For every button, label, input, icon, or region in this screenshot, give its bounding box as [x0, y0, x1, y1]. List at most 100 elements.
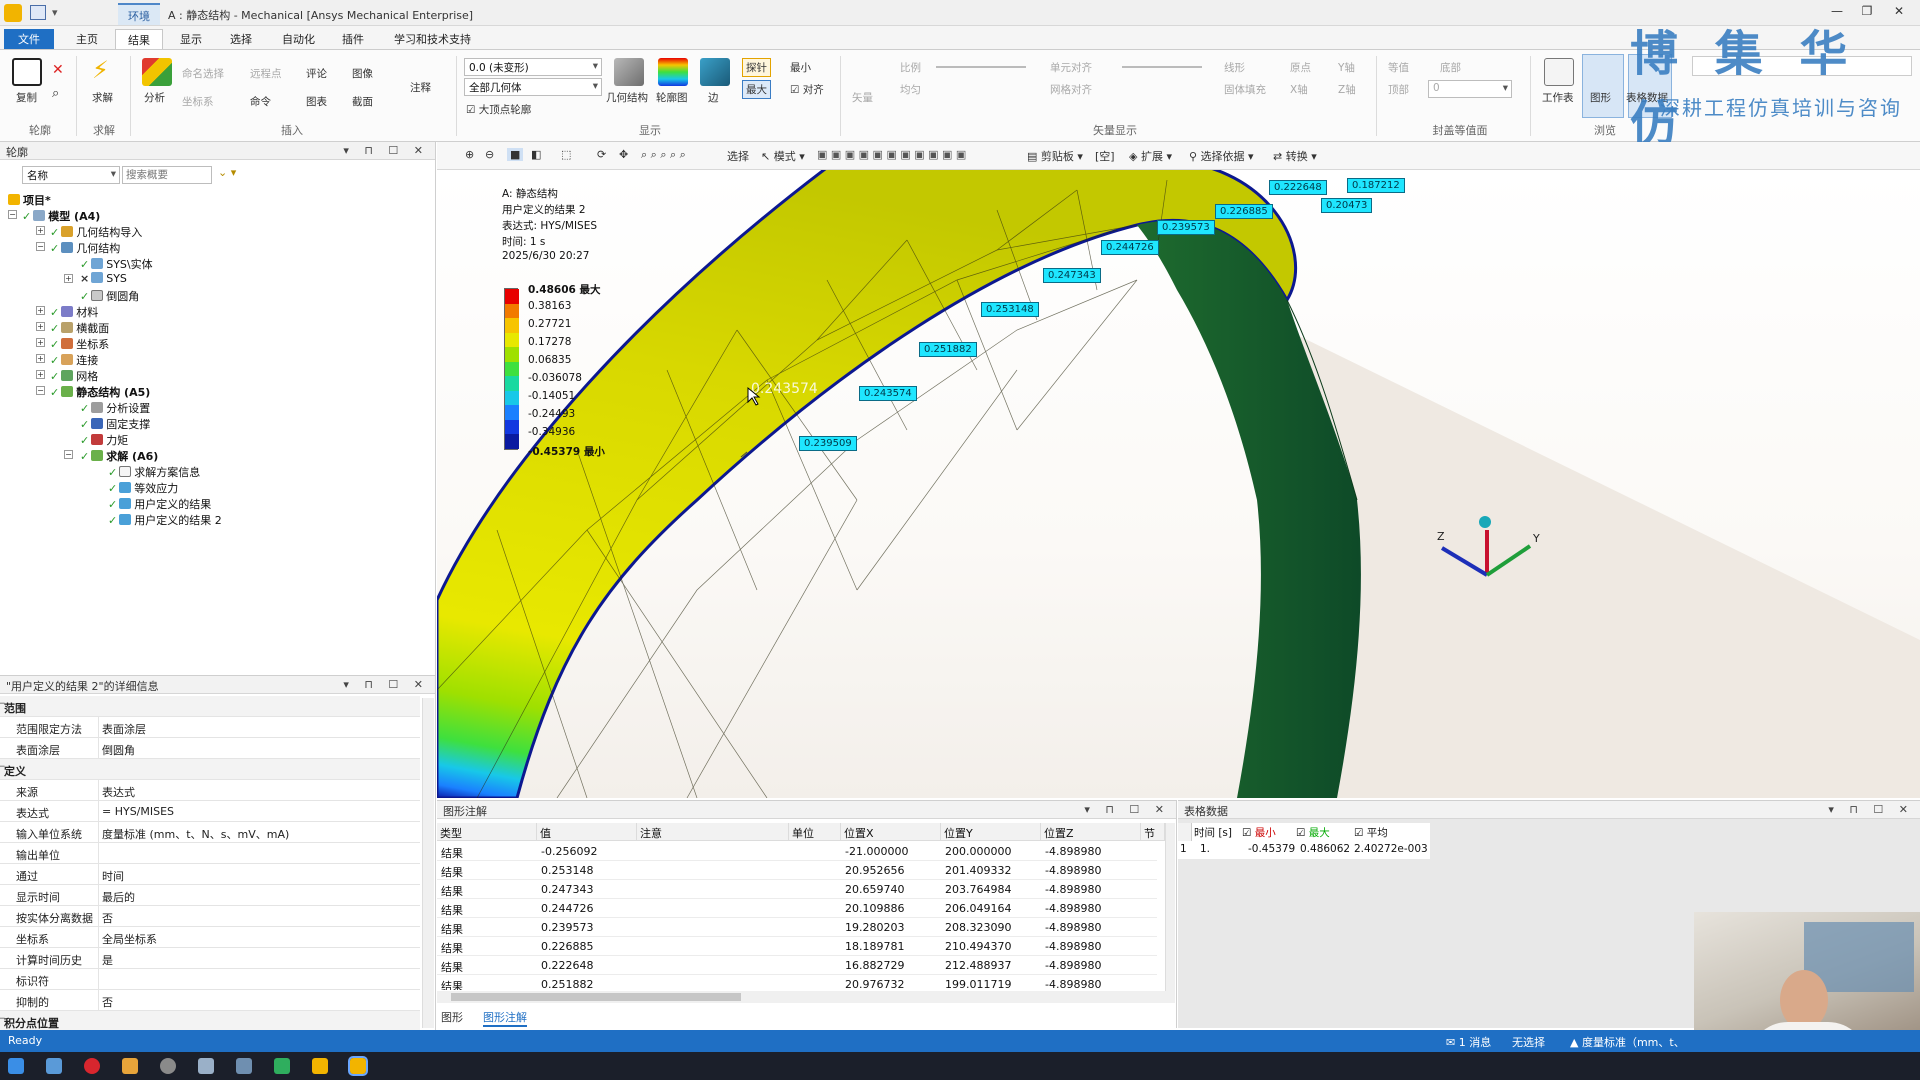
tree-project[interactable]: 项目*: [8, 192, 51, 208]
tree-connections[interactable]: ✓ 连接: [50, 352, 98, 368]
probe-tag[interactable]: 0.239509: [799, 436, 857, 451]
graphics-toggle[interactable]: [1582, 54, 1624, 118]
comment-button[interactable]: 评论: [306, 66, 327, 81]
table-row[interactable]: 结果 0.251882 20.976732 199.011719 -4.898980: [437, 975, 1157, 990]
details-row[interactable]: 表面涂层 倒圆角: [0, 738, 420, 759]
property-value[interactable]: 时间: [102, 868, 124, 884]
geometry-scope-combo[interactable]: 全部几何体: [464, 78, 602, 96]
graphics-button[interactable]: 图形: [1590, 90, 1611, 105]
taskbar-app-icon[interactable]: [84, 1058, 100, 1074]
taskbar-app-icon[interactable]: [312, 1058, 328, 1074]
panel-window-buttons[interactable]: ▾ ⊓ ☐ ✕: [343, 678, 429, 691]
taskbar-ansys-icon[interactable]: [348, 1056, 368, 1076]
tab-graphics-annotations[interactable]: 图形注解: [483, 1009, 527, 1027]
collapse-toggle[interactable]: −: [0, 762, 6, 772]
tree-moment[interactable]: ✓ 力矩: [80, 432, 128, 448]
col-note[interactable]: 注意: [637, 823, 789, 841]
details-row[interactable]: 来源 表达式: [0, 780, 420, 801]
tree-materials[interactable]: ✓ 材料: [50, 304, 98, 320]
details-section[interactable]: 定义 −: [0, 759, 420, 780]
details-row[interactable]: 显示时间 最后的: [0, 885, 420, 906]
expand-toggle[interactable]: +: [64, 274, 73, 283]
worksheet-button[interactable]: 工作表: [1542, 90, 1574, 105]
tab-learning[interactable]: 学习和技术支持: [382, 29, 483, 49]
tree-user-defined-result-2[interactable]: ✓ 用户定义的结果 2: [108, 512, 222, 528]
zoom-in-icon[interactable]: ⊕: [465, 148, 474, 161]
details-row[interactable]: 坐标系 全局坐标系: [0, 927, 420, 948]
max-button[interactable]: 最大: [742, 80, 771, 99]
zoom-out-icon[interactable]: ⊖: [485, 148, 494, 161]
property-value[interactable]: 全局坐标系: [102, 931, 157, 947]
taskbar-app-icon[interactable]: [236, 1058, 252, 1074]
tree-coordinate-systems[interactable]: ✓ 坐标系: [50, 336, 109, 352]
command-button[interactable]: 命令: [250, 94, 271, 109]
details-section[interactable]: 积分点位置 −: [0, 1011, 420, 1032]
vector-length-slider[interactable]: [1122, 66, 1202, 68]
table-row[interactable]: 结果 0.253148 20.952656 201.409332 -4.898980: [437, 861, 1157, 880]
edges-button[interactable]: 边: [708, 90, 719, 105]
probe-tag[interactable]: 0.247343: [1043, 268, 1101, 283]
details-row[interactable]: 抑制的 否: [0, 990, 420, 1011]
tab-automation[interactable]: 自动化: [270, 29, 327, 49]
property-value[interactable]: 是: [102, 952, 113, 968]
worksheet-icon[interactable]: [1544, 58, 1574, 86]
tab-plugins[interactable]: 插件: [330, 29, 376, 49]
probe-tag[interactable]: 0.239573: [1157, 220, 1215, 235]
save-icon[interactable]: [30, 5, 46, 20]
analysis-icon[interactable]: [142, 58, 172, 86]
expand-toggle[interactable]: −: [8, 210, 17, 219]
tree-sys[interactable]: × SYS: [80, 272, 127, 285]
tree-user-defined-result[interactable]: ✓ 用户定义的结果: [108, 496, 211, 512]
tab-file[interactable]: 文件: [4, 29, 54, 49]
tab-display[interactable]: 显示: [168, 29, 214, 49]
expand-toggle[interactable]: −: [36, 242, 45, 251]
search-icon[interactable]: ⌕: [52, 86, 59, 101]
tree-cross-sections[interactable]: ✓ 横截面: [50, 320, 109, 336]
top-value-field[interactable]: 0: [1428, 80, 1512, 98]
select-button[interactable]: 选择: [727, 148, 749, 164]
col-time[interactable]: 时间 [s]: [1194, 825, 1232, 840]
tree-mesh[interactable]: ✓ 网格: [50, 368, 98, 384]
tree-solution[interactable]: ✓ 求解 (A6): [80, 448, 158, 464]
tree-equivalent-stress[interactable]: ✓ 等效应力: [108, 480, 178, 496]
table-row[interactable]: 结果 0.244726 20.109886 206.049164 -4.898980: [437, 899, 1157, 918]
details-row[interactable]: 输入单位系统 度量标准 (mm、t、N、s、mV、mA): [0, 822, 420, 843]
tree-model[interactable]: ✓ 模型 (A4): [22, 208, 100, 224]
fea-model-render[interactable]: 0.243574 Z Y: [437, 170, 1920, 798]
details-section[interactable]: 范围 −: [0, 696, 420, 717]
col-pos-y[interactable]: 位置Y: [941, 823, 1041, 841]
expand-toggle[interactable]: +: [36, 226, 45, 235]
col-pos-z[interactable]: 位置Z: [1041, 823, 1141, 841]
convert-button[interactable]: ⇄ 转换 ▾: [1273, 148, 1317, 164]
table-row[interactable]: 结果 0.222648 16.882729 212.488937 -4.898980: [437, 956, 1157, 975]
taskbar-app-icon[interactable]: [46, 1058, 62, 1074]
probe-tag[interactable]: 0.251882: [919, 342, 977, 357]
contour-icon[interactable]: [658, 58, 688, 86]
geometry-icon[interactable]: [614, 58, 644, 86]
wireframe-icon[interactable]: ◧: [531, 148, 541, 161]
probe-tag[interactable]: 0.244726: [1101, 240, 1159, 255]
property-value[interactable]: 度量标准 (mm、t、N、s、mV、mA): [102, 826, 289, 842]
col-avg[interactable]: ☑ 平均: [1354, 825, 1388, 840]
collapse-toggle[interactable]: −: [0, 699, 6, 709]
start-icon[interactable]: [8, 1058, 24, 1074]
name-filter-combo[interactable]: 名称: [22, 166, 120, 184]
table-row[interactable]: 结果 0.226885 18.189781 210.494370 -4.898980: [437, 937, 1157, 956]
probe-tag[interactable]: 0.20473: [1321, 198, 1373, 213]
collapse-toggle[interactable]: −: [0, 1014, 6, 1024]
tree-geometry-import[interactable]: ✓ 几何结构导入: [50, 224, 142, 240]
panel-window-buttons[interactable]: ▾ ⊓ ☐ ✕: [1828, 803, 1914, 816]
panel-window-buttons[interactable]: ▾ ⊓ ☐ ✕: [343, 144, 429, 157]
delete-icon[interactable]: ✕: [52, 62, 64, 78]
tab-home[interactable]: 主页: [64, 29, 110, 49]
tree-fixed-support[interactable]: ✓ 固定支撑: [80, 416, 150, 432]
tab-selection[interactable]: 选择: [218, 29, 264, 49]
panel-window-buttons[interactable]: ▾ ⊓ ☐ ✕: [1084, 803, 1170, 816]
probe-tag[interactable]: 0.226885: [1215, 204, 1273, 219]
align-checkbox[interactable]: ☑ 对齐: [790, 82, 824, 97]
details-row[interactable]: 表达式 = HYS/MISES: [0, 801, 420, 822]
details-row[interactable]: 输出单位: [0, 843, 420, 864]
property-value[interactable]: 否: [102, 910, 113, 926]
table-row[interactable]: 结果 0.239573 19.280203 208.323090 -4.898980: [437, 918, 1157, 937]
details-row[interactable]: 通过 时间: [0, 864, 420, 885]
